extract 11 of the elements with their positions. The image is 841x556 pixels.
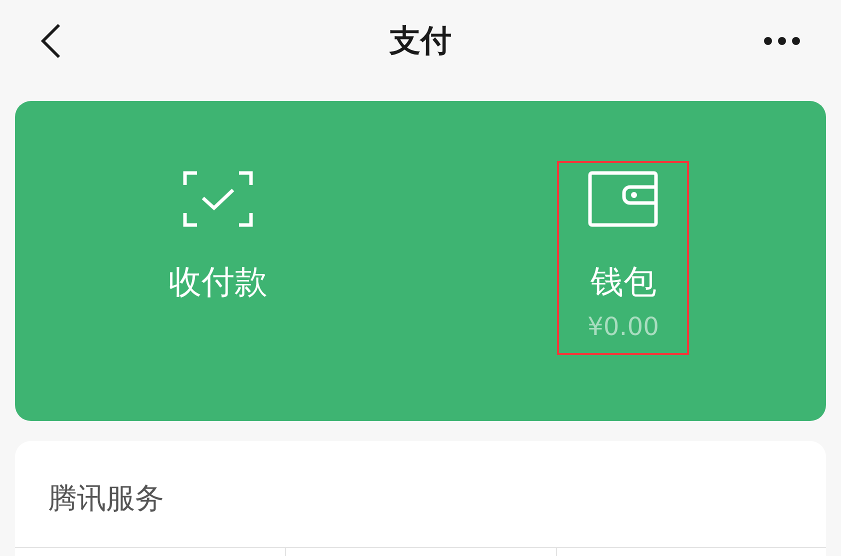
page-title: 支付	[390, 22, 452, 61]
action-item[interactable]: 收付款	[152, 161, 284, 355]
back-icon[interactable]	[40, 23, 62, 59]
scan-check-icon	[182, 171, 253, 227]
action-label: 钱包	[590, 265, 656, 298]
more-icon[interactable]	[763, 36, 801, 46]
wallet-icon	[588, 171, 658, 227]
action-item[interactable]: 钱包 ¥0.00	[557, 161, 690, 355]
section-title: 腾讯服务	[47, 480, 165, 517]
balance-amount: ¥0.00	[587, 312, 660, 341]
action-label: 收付款	[168, 265, 268, 298]
